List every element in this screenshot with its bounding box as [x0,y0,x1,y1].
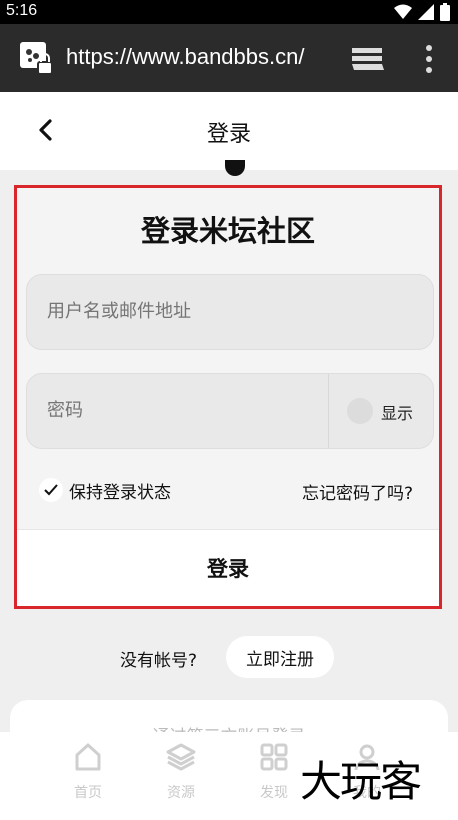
status-bar: 5:16 [0,0,458,24]
password-divider [328,374,329,448]
tab-home[interactable]: 首页 [58,742,118,802]
login-heading: 登录米坛社区 [140,214,315,248]
password-input[interactable] [47,400,307,421]
page-title: 登录 [206,122,251,147]
tabs-icon[interactable] [352,46,384,72]
login-form: 登录米坛社区 显示 保持登录状态 忘记密码了吗? 登录 [14,185,442,609]
scroll-indicator [225,160,245,176]
tab-resources[interactable]: 资源 [151,742,211,802]
wifi-icon [394,4,412,19]
overflow-menu-icon[interactable] [424,44,434,74]
grid-icon [260,743,288,771]
layers-icon [166,743,196,771]
password-field[interactable]: 显示 [26,373,434,449]
remember-me-checkbox[interactable]: 保持登录状态 [39,476,171,504]
register-button[interactable]: 立即注册 [226,636,334,678]
username-input[interactable] [47,301,307,322]
tab-discover[interactable]: 发现 [244,742,304,802]
login-button[interactable]: 登录 [17,529,439,606]
signal-icon [418,4,434,20]
status-icons [394,3,450,21]
tab-resources-label: 资源 [167,785,195,801]
register-prompt: 没有帐号? [120,651,198,671]
username-field[interactable] [26,274,434,350]
watermark: 大玩客 [300,757,422,806]
checkmark-icon[interactable] [39,478,63,502]
home-icon [75,743,101,771]
status-time: 5:16 [6,2,38,19]
show-password-toggle[interactable] [347,398,373,424]
page-header: 登录 [0,92,458,170]
tab-discover-label: 发现 [260,785,288,801]
remember-me-label[interactable]: 保持登录状态 [69,478,171,503]
site-info-icon[interactable] [20,42,54,76]
show-password-label[interactable]: 显示 [381,400,413,424]
tab-home-label: 首页 [74,785,102,801]
browser-url-bar: https://www.bandbbs.cn/ [0,24,458,92]
battery-icon [440,3,450,21]
url-text[interactable]: https://www.bandbbs.cn/ [66,44,328,70]
register-row: 没有帐号? 立即注册 [0,636,458,678]
forgot-password-link[interactable]: 忘记密码了吗? [302,479,413,504]
